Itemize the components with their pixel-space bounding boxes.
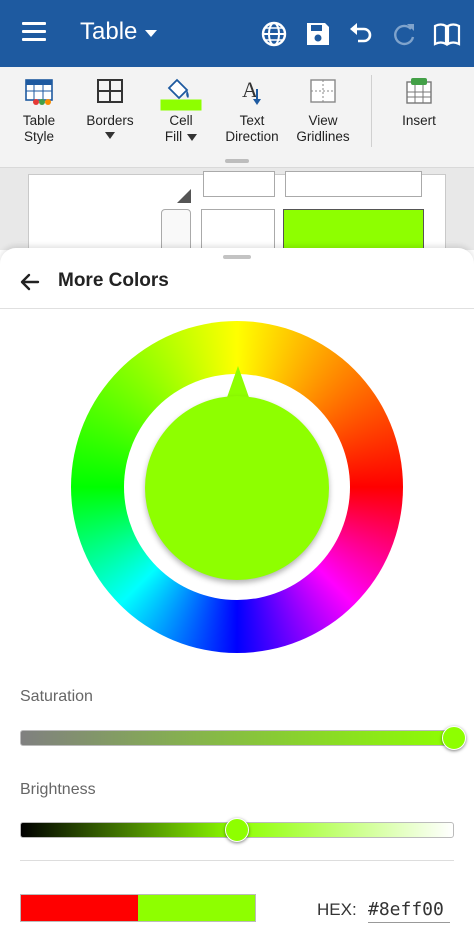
panel-title: More Colors (58, 270, 169, 291)
panel-drag-handle[interactable] (223, 255, 251, 259)
brightness-label: Brightness (20, 781, 96, 798)
svg-text:A: A (242, 77, 258, 102)
color-comparison (20, 894, 256, 922)
document-canvas (0, 168, 474, 250)
selected-color-swatch (145, 396, 329, 580)
document-page[interactable] (28, 171, 446, 250)
app-bar: Table (0, 0, 474, 67)
previous-color-swatch[interactable] (21, 895, 138, 921)
divider (20, 860, 454, 861)
borders-icon (97, 79, 123, 103)
borders-button[interactable]: Borders (75, 77, 145, 139)
undo-icon[interactable] (346, 20, 374, 48)
chevron-down-icon (187, 133, 198, 141)
selected-color-indicator[interactable] (145, 366, 331, 586)
table-style-icon (25, 79, 53, 105)
text-direction-button[interactable]: A Text Direction (217, 77, 287, 145)
ribbon-label: View (308, 113, 338, 128)
saturation-label: Saturation (20, 688, 93, 705)
selected-table-cell[interactable] (283, 209, 424, 250)
text-direction-icon: A (242, 77, 261, 105)
ribbon-label: Style (23, 129, 54, 144)
row-handle[interactable] (161, 209, 191, 250)
table-cell[interactable] (285, 171, 422, 197)
ribbon-label: Insert (402, 113, 436, 128)
hex-label: HEX: (317, 900, 357, 919)
book-icon[interactable] (433, 20, 461, 48)
insert-icon (406, 78, 432, 104)
back-arrow-icon[interactable] (18, 270, 42, 294)
table-cell[interactable] (201, 209, 275, 250)
save-icon[interactable] (304, 20, 332, 48)
view-gridlines-button[interactable]: View Gridlines (288, 77, 358, 145)
ribbon-label: Text (239, 113, 265, 128)
ribbon-label: Fill (164, 129, 183, 144)
ribbon-separator (371, 75, 372, 147)
menu-icon[interactable] (22, 22, 46, 42)
saturation-slider[interactable] (20, 730, 454, 746)
cell-fill-icon (160, 78, 202, 111)
more-colors-panel: More Colors Saturation Brightness HEX: (0, 248, 474, 933)
chevron-down-icon (145, 29, 158, 37)
brightness-slider-thumb[interactable] (225, 818, 249, 842)
ribbon-label: Cell (169, 113, 193, 128)
globe-icon[interactable] (260, 20, 288, 48)
view-gridlines-icon (310, 79, 336, 103)
cell-fill-button[interactable]: Cell Fill (146, 77, 216, 145)
panel-header: More Colors (0, 260, 474, 309)
redo-icon[interactable] (390, 20, 418, 48)
ribbon-drag-handle[interactable] (225, 159, 249, 163)
chevron-down-icon (105, 132, 115, 139)
table-style-button[interactable]: Table Style (4, 77, 74, 145)
page-title: Table (80, 18, 138, 45)
document-mode-dropdown[interactable]: Table (80, 18, 158, 46)
table-cell[interactable] (203, 171, 275, 197)
insert-button[interactable]: Insert (384, 77, 454, 129)
ribbon-toolbar: Table Style Borders Cell Fill A Text Dir… (0, 67, 474, 168)
ribbon-label: Gridlines (296, 129, 350, 144)
new-color-swatch (138, 895, 255, 921)
saturation-slider-thumb[interactable] (442, 726, 466, 750)
ribbon-label: Table (22, 113, 56, 128)
ribbon-label: Direction (225, 129, 279, 144)
resize-corner-icon (177, 189, 191, 203)
hex-input[interactable] (368, 896, 450, 923)
ribbon-label: Borders (86, 113, 134, 128)
